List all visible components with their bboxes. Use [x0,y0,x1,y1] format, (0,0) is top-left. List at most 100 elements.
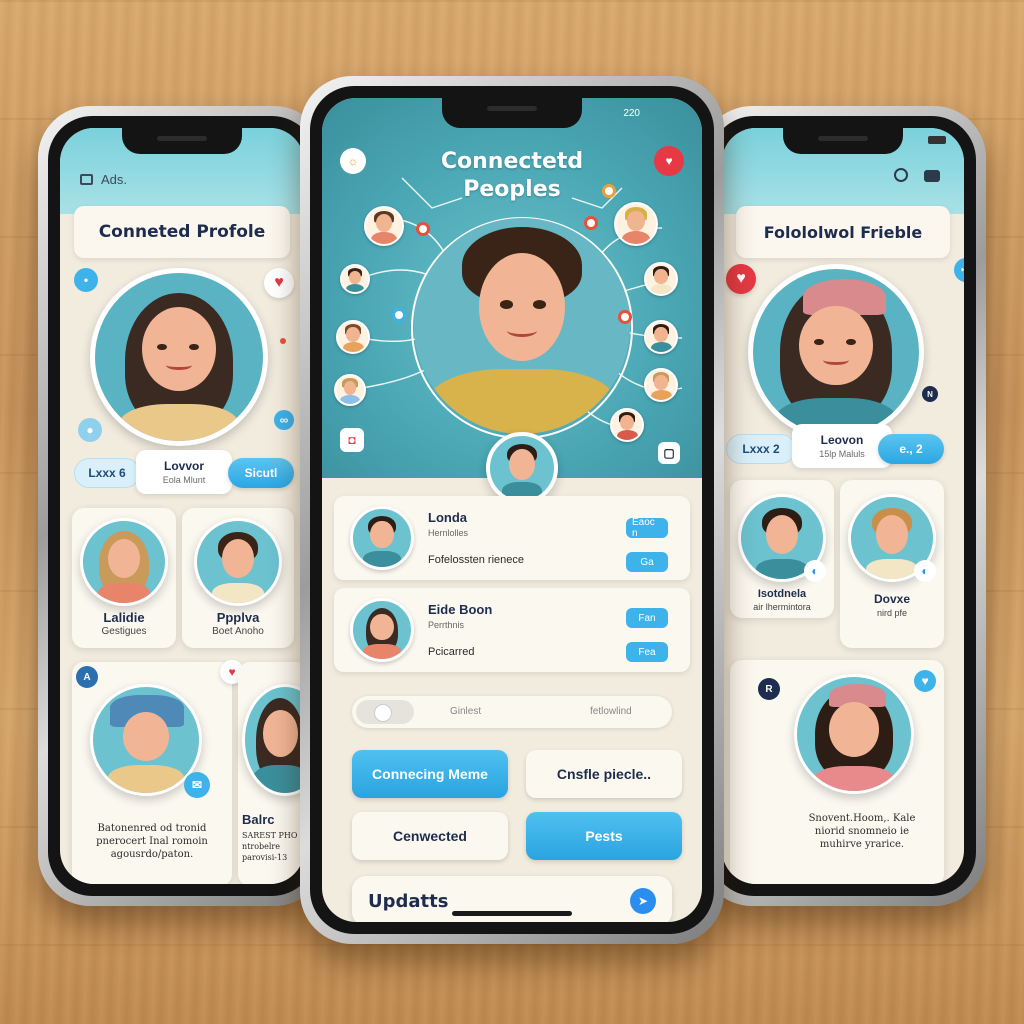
profile-name-card: Leovon 15lp Maluls [792,424,892,468]
post-avatar [794,674,914,794]
list-text: Pcicarred [428,646,475,658]
list-item[interactable]: Londa Hernlolles Fofelossten rienece Eao… [334,496,690,580]
left-stat-pill[interactable]: Lxxx 6 [74,458,140,488]
home-indicator[interactable] [452,911,572,916]
profile-avatar[interactable] [90,268,268,446]
tag-icon: A [76,666,98,688]
list-name: Londa [428,510,467,525]
right-title: Folololwol Frieble [736,206,950,258]
chat-icon[interactable]: ✉ [184,772,210,798]
friend-sub: air lhermintora [753,602,811,612]
camera-icon[interactable] [924,170,940,182]
friend-sub: nird pfe [876,608,908,618]
post-card[interactable]: Balrc SAREST PHO ntrobelre parovisi-13 [238,662,304,884]
camera-icon[interactable]: ◘ [340,428,364,452]
profile-avatar[interactable] [748,264,924,440]
share-icon[interactable]: ✈ [954,258,964,282]
list-text: Fofelossten rienece [428,554,524,566]
heart-icon[interactable]: ♥ [654,146,684,176]
list-name: Eide Boon [428,602,493,617]
connected-button[interactable]: Cenwected [352,812,508,860]
notch [122,128,242,154]
search-placeholder-right: fetlowlind [590,706,632,717]
follow-icon[interactable]: ◐ [804,560,826,582]
search-bar[interactable]: Ginlest fetlowlind [352,696,672,728]
network-node[interactable] [614,202,658,246]
profile-sub: 15lp Maluls [819,449,865,459]
left-action-pill[interactable]: Sicutl [228,458,294,488]
friend-card[interactable]: ◐ Isotdnela air lhermintora [730,480,834,618]
list-sub: Perrthnis [428,620,465,630]
list-chip[interactable]: Ga [626,552,668,572]
friend-name: Ppplva [216,610,260,625]
profile-name-card: Lovvor Eola Mlunt [136,450,232,494]
network-node[interactable] [610,408,644,442]
post-title: Balrc [242,812,275,827]
friend-card[interactable]: ◐ Dovxe nird pfe [840,480,944,648]
profile-button[interactable]: Cnsfle piecle.. [526,750,682,798]
hero-network: Connectetd Peoples ☼ ♥ ◘ ▢ [322,98,702,478]
hero-title-line2: Peoples [463,177,561,202]
info-icon[interactable]: N [922,386,938,402]
post-card[interactable]: A ✉ Batonenred od tronid pnerocert Inal … [72,662,232,884]
heart-icon[interactable]: ♥ [726,264,756,294]
posts-button[interactable]: Pests [526,812,682,860]
node-dot [584,216,598,230]
friend-card[interactable]: Lalidie Gestigues [72,508,176,648]
post-card[interactable]: R ♥ Snovent.Hoom,. Kale niorid snomneio … [730,660,944,884]
hero-avatar[interactable] [414,218,630,434]
follow-icon[interactable]: ◐ [914,560,936,582]
search-toggle[interactable] [356,700,414,724]
battery-icon [928,136,946,147]
phone-right-bezel: Folololwol Frieble ♥ ✈ N Lxxx 2 Leovon 1… [710,116,976,896]
send-icon[interactable]: ➤ [630,888,656,914]
network-node[interactable] [334,374,366,406]
node-dot [392,308,406,322]
phone-left-screen: Ads. Conneted Profole • ♥ ● ∞ Lxxx 6 Lov… [60,128,304,884]
list-chip[interactable]: Fan [626,608,668,628]
friend-card[interactable]: Ppplva Boet Anoho [182,508,294,648]
friend-name: Dovxe [873,592,911,606]
list-item[interactable]: Eide Boon Perrthnis Pcicarred Fan Fea [334,588,690,672]
post-text: SAREST PHO ntrobelre parovisi-13 [242,831,298,862]
network-node[interactable] [340,264,370,294]
heart-icon[interactable]: ♥ [914,670,936,692]
post-avatar [242,684,304,796]
heart-icon[interactable]: ♥ [264,268,294,298]
network-node[interactable] [364,206,404,246]
network-node[interactable] [644,262,678,296]
phone-center: 220 Connectetd Peoples ☼ ♥ ◘ ▢ Londa Her… [300,76,724,944]
node-dot [416,222,430,236]
square-icon[interactable]: ▢ [658,442,680,464]
friend-name: Lalidie [103,610,145,625]
profile-name: Leovon [820,433,864,447]
phone-right-screen: Folololwol Frieble ♥ ✈ N Lxxx 2 Leovon 1… [722,128,964,884]
phone-center-screen: 220 Connectetd Peoples ☼ ♥ ◘ ▢ Londa Her… [322,98,702,922]
left-title: Conneted Profole [74,206,290,258]
node-dot [618,310,632,324]
search-icon[interactable] [894,168,908,182]
network-node[interactable] [644,320,678,354]
sun-icon[interactable]: ☼ [340,148,366,174]
tag-icon: R [758,678,780,700]
network-node[interactable] [644,368,678,402]
post-text: Snovent.Hoom,. Kale niorid snomneio ie m… [808,813,916,850]
right-action-pill[interactable]: e., 2 [878,434,944,464]
ads-label: Ads. [101,172,128,187]
friend-name: Isotdnela [757,588,807,600]
phone-left: Ads. Conneted Profole • ♥ ● ∞ Lxxx 6 Lov… [38,106,326,906]
connecting-button[interactable]: Connecing Meme [352,750,508,798]
link-icon[interactable]: ∞ [274,410,294,430]
right-stat-pill[interactable]: Lxxx 2 [726,434,796,464]
search-placeholder-left: Ginlest [450,706,482,717]
list-avatar [350,506,414,570]
list-avatar [350,598,414,662]
profile-name: Lovvor [163,459,204,473]
list-chip[interactable]: Fea [626,642,668,662]
list-chip[interactable]: Eaoc n [626,517,668,539]
decor-dot [280,338,286,344]
left-header-label: Ads. [80,172,127,187]
list-sub: Hernlolles [428,528,469,538]
network-node[interactable] [336,320,370,354]
current-user-avatar[interactable] [486,432,558,504]
